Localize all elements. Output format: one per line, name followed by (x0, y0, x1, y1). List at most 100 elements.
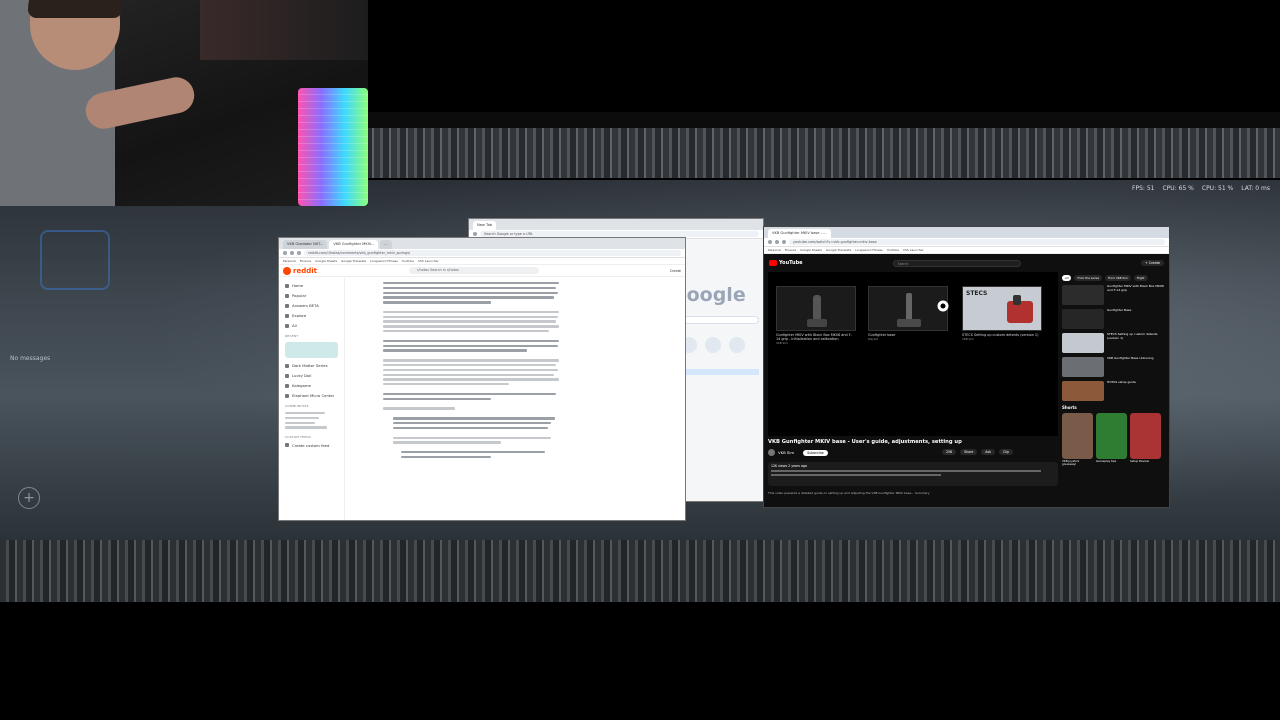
chip-all[interactable]: All (1062, 275, 1072, 281)
community-item[interactable] (285, 416, 319, 420)
endcard-channel: Playlist (868, 337, 878, 341)
tab-reddit-2[interactable]: VKB Gunfighter MKIV... (329, 240, 379, 249)
channel-avatar[interactable] (768, 449, 775, 456)
youtube-window[interactable]: VKB Gunfighter MKIV base - ... youtube.c… (763, 226, 1170, 508)
video-thumbnail (1062, 381, 1104, 401)
section-heading[interactable]: RECENT (285, 334, 338, 338)
sidebar-item-home[interactable]: Home (285, 283, 338, 288)
video-description[interactable]: 12K views 2 years ago (768, 462, 1058, 486)
reload-icon[interactable] (297, 251, 301, 255)
bookmark[interactable]: Google Translate (341, 259, 366, 263)
share-button[interactable]: Share (960, 449, 978, 455)
sidebar-item-all[interactable]: All (285, 323, 338, 328)
recommended-video[interactable]: Gunfighter MKIV with Black Box MK08 and … (1062, 284, 1166, 305)
bookmark[interactable]: Google Sheets (315, 259, 337, 263)
bookmark[interactable]: CS5 Launcher (903, 248, 924, 252)
recent-item[interactable]: Dark Matter Series (285, 363, 338, 368)
address-bar[interactable]: youtube.com/watch?v=vkb-gunfighter-mkiv-… (764, 238, 1169, 247)
google-search-box[interactable] (684, 316, 759, 324)
endcard-title: Gunfighter MKIV with Black Box MK08 and … (776, 333, 852, 341)
comment-text-line (383, 315, 558, 319)
sidebar-item-explore[interactable]: Explore (285, 313, 338, 318)
ask-button[interactable]: Ask (981, 449, 995, 455)
youtube-logo[interactable]: YouTube (769, 260, 803, 266)
comment-text-line (383, 344, 558, 347)
sidebar-item-popular[interactable]: Popular (285, 293, 338, 298)
short-thumbnail (1062, 413, 1093, 459)
recent-item[interactable]: Elephant Micro Center (285, 393, 338, 398)
tab-bar: VKB Gunfighter MKIV base - ... (764, 227, 1169, 238)
recommended-video[interactable]: STECS Setting up custom detents (version… (1062, 332, 1166, 353)
bookmark[interactable]: Personal (283, 259, 296, 263)
bookmark[interactable]: Longsword Fitness (370, 259, 398, 263)
tab-youtube[interactable]: VKB Gunfighter MKIV base - ... (768, 229, 831, 238)
shortcut-icon[interactable] (705, 337, 721, 353)
short-item[interactable]: Setup Review (1130, 413, 1161, 467)
bookmark[interactable]: Finance (785, 248, 796, 252)
forward-icon[interactable] (775, 240, 779, 244)
community-icon (285, 393, 289, 398)
short-item[interactable]: VKB Joystick giveaway! (1062, 413, 1093, 467)
url-field[interactable]: reddit.com/r/hotas/comments/vkb_gunfight… (304, 250, 681, 256)
ai-summary[interactable]: This video presents a detailed guide on … (768, 491, 1058, 499)
recent-item[interactable]: Kalegame (285, 383, 338, 388)
promo-card[interactable] (285, 342, 338, 358)
channel-name[interactable]: VKB Sim (778, 450, 794, 455)
chip-flight[interactable]: Flight (1133, 275, 1148, 281)
back-icon[interactable] (768, 240, 772, 244)
tab-reddit-3[interactable]: ... (380, 240, 392, 249)
video-title: Gunfighter Base (1107, 308, 1132, 312)
comment-actions[interactable] (383, 407, 455, 410)
section-heading[interactable]: CUSTOM FEEDS (285, 435, 338, 439)
bookmark[interactable]: Finance (300, 259, 311, 263)
all-icon (285, 323, 289, 328)
address-bar[interactable]: reddit.com/r/hotas/comments/vkb_gunfight… (279, 249, 685, 258)
create-button[interactable]: Create (670, 269, 681, 273)
create-custom-feed[interactable]: Create custom feed (285, 443, 338, 448)
back-icon[interactable] (473, 232, 477, 236)
back-icon[interactable] (283, 251, 287, 255)
bookmark[interactable]: Longsword Fitness (855, 248, 883, 252)
bookmark[interactable]: Google Sheets (800, 248, 822, 252)
sidebar-item-answers[interactable]: Answers BETA (285, 303, 338, 308)
recommended-video[interactable]: Gunfighter Base (1062, 308, 1166, 329)
tab-new-tab[interactable]: New Tab (473, 221, 497, 230)
game-glitch-streak-bottom (0, 540, 1280, 602)
tab-reddit-1[interactable]: VKB Gladiator NXT... (283, 240, 328, 249)
clip-button[interactable]: Clip (998, 449, 1014, 455)
community-item[interactable] (285, 412, 325, 415)
community-item[interactable] (285, 421, 315, 424)
recommended-video[interactable]: VKB Gunfighter Base Unboxing (1062, 356, 1166, 377)
search-input[interactable]: r/hotas Search in r/hotas (408, 267, 539, 274)
description-line (771, 470, 1041, 472)
reddit-window[interactable]: VKB Gladiator NXT... VKB Gunfighter MKIV… (278, 237, 686, 521)
search-input[interactable]: Search (892, 259, 1021, 267)
tab-bar: New Tab (469, 219, 763, 230)
endcard-video[interactable]: STECS STECS Setting up custom detents (v… (962, 286, 1042, 341)
bookmark[interactable]: YouTube (887, 248, 899, 252)
video-player[interactable]: Gunfighter MKIV with Black Box MK08 and … (768, 272, 1058, 436)
create-button[interactable]: + Create (1140, 260, 1164, 266)
community-item[interactable] (285, 426, 327, 429)
chip-series[interactable]: From the series (1074, 275, 1103, 281)
section-heading[interactable]: COMMUNITIES (285, 404, 338, 408)
bookmark[interactable]: YouTube (402, 259, 414, 263)
shortcut-icon[interactable] (729, 337, 745, 353)
reload-icon[interactable] (782, 240, 786, 244)
reddit-logo[interactable]: reddit (283, 266, 317, 275)
forward-icon[interactable] (290, 251, 294, 255)
bookmark[interactable]: Google Translate (826, 248, 851, 252)
add-icon[interactable]: + (18, 487, 40, 509)
subscribe-button[interactable]: Subscribe (803, 449, 828, 456)
like-button[interactable]: 258 (942, 449, 957, 455)
bookmark[interactable]: CS5 Launcher (418, 259, 439, 263)
endcard-video[interactable]: Gunfighter MKIV with Black Box MK08 and … (776, 286, 856, 345)
endcard-playlist[interactable]: Gunfighter base Playlist (868, 286, 948, 341)
bookmark[interactable]: Personal (768, 248, 781, 252)
recent-item[interactable]: Lucky Doll (285, 373, 338, 378)
reddit-snoo-icon (283, 266, 291, 275)
short-item[interactable]: Gameplay tips (1096, 413, 1127, 467)
recommended-video[interactable]: HOTAS setup guide (1062, 380, 1166, 401)
chip-channel[interactable]: From VKB Sim (1105, 275, 1131, 281)
url-field[interactable]: youtube.com/watch?v=vkb-gunfighter-mkiv-… (789, 239, 1165, 245)
